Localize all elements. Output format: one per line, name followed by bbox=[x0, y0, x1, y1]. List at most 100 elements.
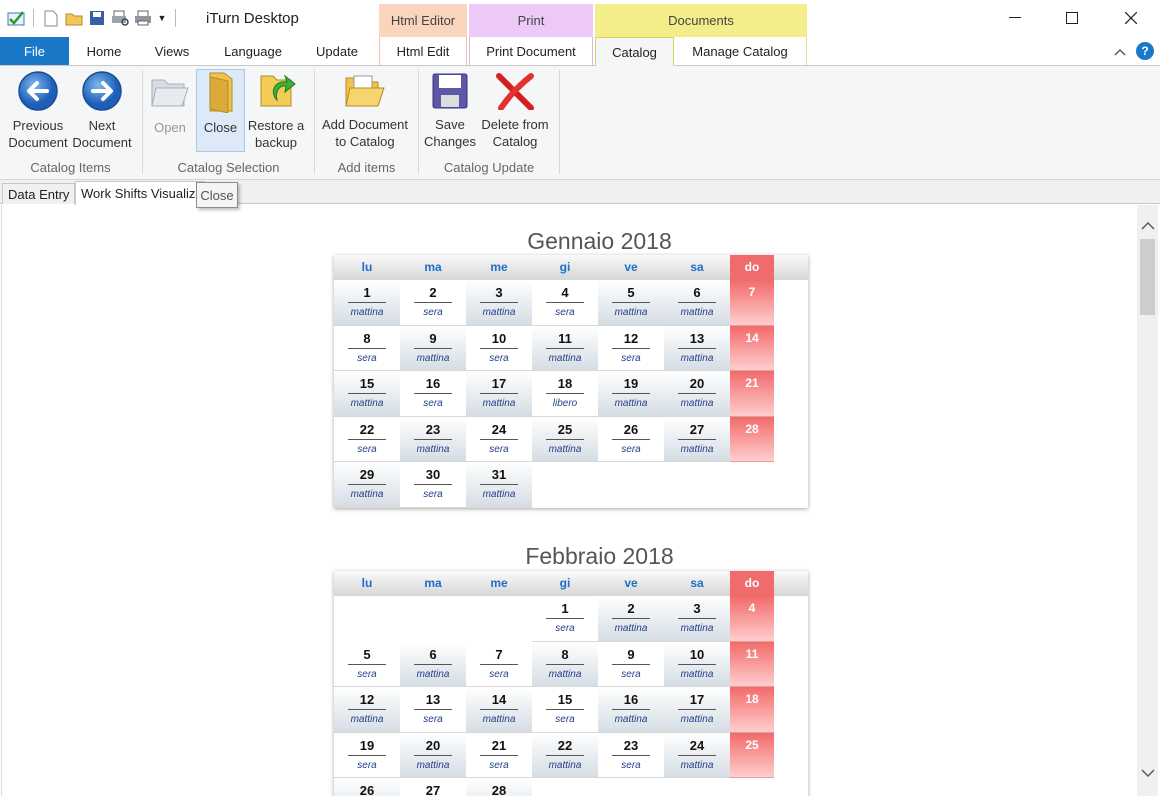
day-cell[interactable]: 15 sera bbox=[532, 687, 598, 733]
day-cell[interactable]: 22 sera bbox=[334, 416, 400, 463]
sunday-cell[interactable]: 4 bbox=[730, 596, 774, 642]
add-document-button[interactable]: Add Document to Catalog bbox=[318, 70, 412, 150]
customize-toolbar-icon[interactable]: ▼ bbox=[156, 8, 168, 28]
shift-label: sera bbox=[357, 352, 377, 364]
day-cell[interactable]: 24 mattina bbox=[664, 732, 730, 779]
day-cell[interactable]: 1 mattina bbox=[334, 280, 400, 326]
close-catalog-button[interactable]: Close bbox=[196, 69, 245, 152]
day-cell[interactable]: 13 sera bbox=[400, 687, 466, 733]
day-cell[interactable]: 16 mattina bbox=[598, 687, 664, 733]
day-cell[interactable]: 24 sera bbox=[466, 416, 532, 463]
day-cell[interactable]: 17 mattina bbox=[466, 371, 532, 417]
tab-language[interactable]: Language bbox=[210, 37, 296, 65]
sunday-cell[interactable]: 18 bbox=[730, 687, 774, 733]
day-cell[interactable]: 9 sera bbox=[598, 641, 664, 688]
day-number: 7 bbox=[495, 646, 503, 662]
day-cell[interactable]: 20 mattina bbox=[664, 371, 730, 417]
minimize-button[interactable] bbox=[990, 0, 1040, 36]
day-cell[interactable]: 13 mattina bbox=[664, 325, 730, 372]
tab-html-edit[interactable]: Html Edit bbox=[379, 37, 467, 65]
maximize-button[interactable] bbox=[1047, 0, 1097, 36]
scroll-up-icon[interactable] bbox=[1137, 215, 1158, 237]
folder-icon bbox=[199, 70, 243, 114]
day-cell[interactable]: 12 sera bbox=[598, 325, 664, 372]
delete-from-catalog-button[interactable]: Delete from Catalog bbox=[478, 70, 552, 150]
sunday-cell[interactable]: 28 bbox=[730, 416, 774, 463]
day-cell[interactable]: 6 mattina bbox=[400, 641, 466, 688]
day-cell[interactable]: 23 sera bbox=[598, 732, 664, 779]
open-catalog-button[interactable]: Open bbox=[148, 70, 192, 150]
day-cell[interactable]: 19 mattina bbox=[598, 371, 664, 417]
day-cell[interactable]: 8 sera bbox=[334, 325, 400, 372]
tab-print-document[interactable]: Print Document bbox=[469, 37, 593, 65]
day-cell[interactable]: 25 mattina bbox=[532, 416, 598, 463]
day-cell[interactable]: 22 mattina bbox=[532, 732, 598, 779]
tab-home[interactable]: Home bbox=[72, 37, 136, 65]
new-file-icon[interactable] bbox=[41, 8, 61, 28]
restore-backup-button[interactable]: Restore a backup bbox=[246, 70, 306, 150]
sunday-cell[interactable]: 7 bbox=[730, 280, 774, 326]
day-cell[interactable]: 16 sera bbox=[400, 371, 466, 417]
printer-icon[interactable] bbox=[133, 8, 153, 28]
day-cell[interactable]: 28 bbox=[466, 778, 532, 796]
tab-file[interactable]: File bbox=[0, 37, 69, 65]
tab-work-shifts[interactable]: Work Shifts Visualiz bbox=[75, 181, 205, 205]
day-cell[interactable]: 2 mattina bbox=[598, 596, 664, 642]
help-icon[interactable]: ? bbox=[1136, 42, 1154, 60]
day-cell[interactable]: 27 bbox=[400, 778, 466, 796]
day-cell[interactable]: 30 sera bbox=[400, 462, 466, 508]
day-cell[interactable]: 8 mattina bbox=[532, 641, 598, 688]
day-cell[interactable]: 20 mattina bbox=[400, 732, 466, 779]
day-cell[interactable]: 14 mattina bbox=[466, 687, 532, 733]
vertical-scrollbar[interactable] bbox=[1137, 205, 1158, 796]
sunday-cell[interactable]: 21 bbox=[730, 371, 774, 417]
save-changes-button[interactable]: Save Changes bbox=[422, 70, 478, 150]
open-folder-icon[interactable] bbox=[64, 8, 84, 28]
app-check-icon[interactable] bbox=[6, 8, 26, 28]
sunday-cell[interactable]: 11 bbox=[730, 641, 774, 688]
day-cell[interactable]: 10 sera bbox=[466, 325, 532, 372]
day-cell[interactable]: 5 mattina bbox=[598, 280, 664, 326]
tab-update[interactable]: Update bbox=[300, 37, 374, 65]
day-cell[interactable]: 23 mattina bbox=[400, 416, 466, 463]
day-cell[interactable]: 7 sera bbox=[466, 641, 532, 688]
quick-access-toolbar: ▼ bbox=[6, 8, 180, 28]
day-cell[interactable]: 26 bbox=[334, 778, 400, 796]
day-cell[interactable]: 26 sera bbox=[598, 416, 664, 463]
day-cell[interactable]: 31 mattina bbox=[466, 462, 532, 508]
day-cell[interactable]: 17 mattina bbox=[664, 687, 730, 733]
previous-document-button[interactable]: Previous Document bbox=[8, 70, 68, 150]
print-preview-icon[interactable] bbox=[110, 8, 130, 28]
day-cell[interactable]: 11 mattina bbox=[532, 325, 598, 372]
day-cell[interactable]: 19 sera bbox=[334, 732, 400, 779]
day-cell[interactable]: 5 sera bbox=[334, 641, 400, 688]
day-cell[interactable]: 18 libero bbox=[532, 371, 598, 417]
day-cell[interactable]: 6 mattina bbox=[664, 280, 730, 326]
scroll-down-icon[interactable] bbox=[1137, 762, 1158, 784]
day-cell[interactable]: 10 mattina bbox=[664, 641, 730, 688]
day-cell[interactable]: 15 mattina bbox=[334, 371, 400, 417]
day-cell[interactable]: 3 mattina bbox=[664, 596, 730, 642]
shift-label: sera bbox=[423, 714, 443, 726]
collapse-ribbon-icon[interactable] bbox=[1114, 43, 1126, 59]
day-cell[interactable]: 9 mattina bbox=[400, 325, 466, 372]
empty-day bbox=[334, 596, 400, 642]
sunday-cell[interactable]: 14 bbox=[730, 325, 774, 372]
tab-views[interactable]: Views bbox=[140, 37, 204, 65]
tab-data-entry[interactable]: Data Entry bbox=[2, 183, 76, 204]
day-cell[interactable]: 21 sera bbox=[466, 732, 532, 779]
sunday-cell[interactable]: 25 bbox=[730, 732, 774, 779]
day-cell[interactable]: 27 mattina bbox=[664, 416, 730, 463]
save-icon[interactable] bbox=[87, 8, 107, 28]
day-cell[interactable]: 1 sera bbox=[532, 596, 598, 642]
next-document-button[interactable]: Next Document bbox=[72, 70, 132, 150]
day-cell[interactable]: 29 mattina bbox=[334, 462, 400, 508]
tab-manage-catalog[interactable]: Manage Catalog bbox=[674, 37, 807, 65]
tab-catalog[interactable]: Catalog bbox=[595, 37, 674, 66]
day-cell[interactable]: 12 mattina bbox=[334, 687, 400, 733]
close-window-button[interactable] bbox=[1106, 0, 1156, 36]
day-cell[interactable]: 2 sera bbox=[400, 280, 466, 326]
day-cell[interactable]: 4 sera bbox=[532, 280, 598, 326]
scrollbar-thumb[interactable] bbox=[1140, 239, 1155, 315]
day-cell[interactable]: 3 mattina bbox=[466, 280, 532, 326]
